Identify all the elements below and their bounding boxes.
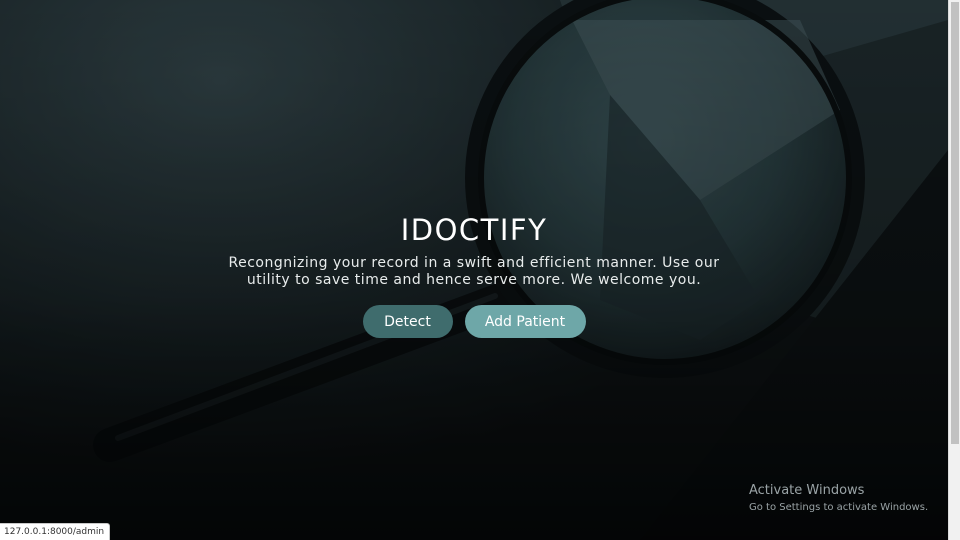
detect-button[interactable]: Detect bbox=[362, 305, 453, 338]
site-title: IDOCTIFY bbox=[400, 213, 548, 247]
activate-windows-watermark: Activate Windows Go to Settings to activ… bbox=[749, 482, 928, 515]
hero-description: Recongnizing your record in a swift and … bbox=[228, 255, 720, 288]
vertical-scrollbar[interactable] bbox=[948, 0, 960, 540]
landing-page: IDOCTIFY Recongnizing your record in a s… bbox=[0, 0, 960, 540]
status-bar-url: 127.0.0.1:8000/admin bbox=[0, 523, 111, 540]
hero-buttons: Detect Add Patient bbox=[0, 305, 948, 338]
scrollbar-thumb[interactable] bbox=[951, 2, 959, 444]
hero-section: IDOCTIFY Recongnizing your record in a s… bbox=[0, 208, 948, 338]
add-patient-button[interactable]: Add Patient bbox=[464, 305, 586, 338]
activate-windows-title: Activate Windows bbox=[749, 483, 865, 498]
activate-windows-subtitle: Go to Settings to activate Windows. bbox=[749, 502, 929, 513]
